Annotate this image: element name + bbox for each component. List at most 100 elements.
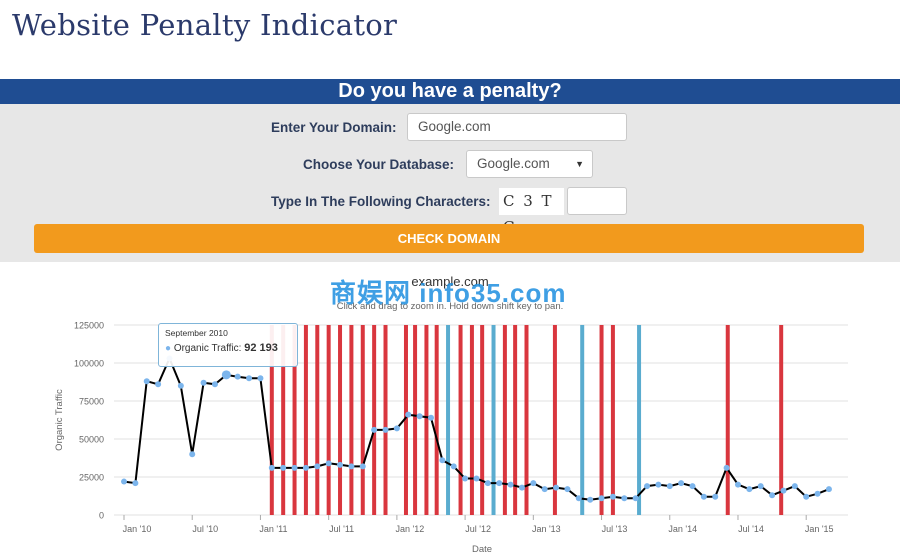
data-point[interactable]: [268, 464, 275, 471]
data-point[interactable]: [462, 475, 469, 482]
data-point[interactable]: [416, 413, 423, 420]
data-point[interactable]: [132, 480, 139, 487]
data-point[interactable]: [211, 381, 218, 388]
data-point[interactable]: [234, 373, 241, 380]
data-point[interactable]: [791, 483, 798, 490]
captcha-label: Type In The Following Characters:: [271, 194, 491, 209]
penalty-marker-blue[interactable]: [446, 325, 451, 515]
penalty-marker-blue[interactable]: [491, 325, 496, 515]
captcha-input[interactable]: [567, 187, 627, 215]
data-point[interactable]: [598, 495, 605, 502]
data-point[interactable]: [734, 481, 741, 488]
penalty-marker-red[interactable]: [610, 325, 615, 515]
penalty-marker-red[interactable]: [360, 325, 365, 515]
penalty-marker-red[interactable]: [779, 325, 784, 515]
penalty-marker-red[interactable]: [349, 325, 354, 515]
data-point[interactable]: [325, 460, 332, 467]
data-point[interactable]: [825, 486, 832, 493]
data-point[interactable]: [700, 493, 707, 500]
data-point[interactable]: [553, 484, 560, 491]
data-point[interactable]: [473, 475, 480, 482]
penalty-marker-red[interactable]: [413, 325, 418, 515]
data-point[interactable]: [587, 496, 594, 503]
penalty-marker-blue[interactable]: [580, 325, 585, 515]
penalty-marker-red[interactable]: [434, 325, 439, 515]
data-point[interactable]: [632, 495, 639, 502]
penalty-marker-red[interactable]: [303, 325, 308, 515]
data-point[interactable]: [359, 463, 366, 470]
data-point[interactable]: [348, 463, 355, 470]
penalty-marker-red[interactable]: [599, 325, 604, 515]
data-point[interactable]: [803, 493, 810, 500]
data-point[interactable]: [314, 463, 321, 470]
y-tick-label: 75000: [79, 397, 104, 407]
penalty-marker-red[interactable]: [480, 325, 485, 515]
y-tick-label: 100000: [74, 359, 104, 369]
tooltip-series-label: Organic Traffic:: [173, 343, 242, 354]
check-domain-button[interactable]: CHECK DOMAIN: [34, 224, 864, 253]
data-point[interactable]: [221, 370, 231, 380]
data-point[interactable]: [575, 495, 582, 502]
domain-label: Enter Your Domain:: [271, 120, 397, 135]
data-point[interactable]: [427, 414, 434, 421]
tooltip-date: September 2010: [165, 328, 228, 338]
penalty-marker-red[interactable]: [315, 325, 320, 515]
penalty-marker-red[interactable]: [469, 325, 474, 515]
x-tick-label: Jul '10: [192, 524, 218, 534]
data-point[interactable]: [723, 464, 730, 471]
penalty-marker-red[interactable]: [383, 325, 388, 515]
data-point[interactable]: [143, 378, 150, 385]
data-point[interactable]: [189, 451, 196, 458]
data-point[interactable]: [291, 464, 298, 471]
penalty-marker-red[interactable]: [725, 325, 730, 515]
domain-input[interactable]: Google.com: [407, 113, 627, 141]
series-dot-icon: ●: [165, 343, 172, 354]
data-point[interactable]: [155, 381, 162, 388]
data-point[interactable]: [257, 375, 264, 382]
data-point[interactable]: [541, 486, 548, 493]
data-point[interactable]: [371, 426, 378, 433]
database-label: Choose Your Database:: [303, 157, 455, 172]
data-point[interactable]: [337, 461, 344, 468]
data-point[interactable]: [393, 425, 400, 432]
data-point[interactable]: [814, 490, 821, 497]
data-point[interactable]: [621, 495, 628, 502]
data-point[interactable]: [450, 463, 457, 470]
data-point[interactable]: [644, 483, 651, 490]
data-point[interactable]: [439, 457, 446, 464]
data-point[interactable]: [530, 480, 537, 487]
penalty-marker-red[interactable]: [326, 325, 331, 515]
data-point[interactable]: [507, 481, 514, 488]
data-point[interactable]: [121, 478, 127, 485]
data-point[interactable]: [564, 486, 571, 493]
data-point[interactable]: [302, 464, 309, 471]
penalty-marker-red[interactable]: [424, 325, 429, 515]
data-point[interactable]: [405, 411, 412, 418]
captcha-image: C 3 T G: [499, 188, 564, 236]
data-point[interactable]: [496, 480, 503, 487]
penalty-marker-red[interactable]: [458, 325, 463, 515]
data-point[interactable]: [200, 379, 207, 386]
data-point[interactable]: [609, 493, 616, 500]
data-point[interactable]: [780, 487, 787, 494]
data-point[interactable]: [518, 484, 525, 491]
data-point[interactable]: [484, 480, 491, 487]
penalty-marker-red[interactable]: [372, 325, 377, 515]
data-point[interactable]: [655, 481, 662, 488]
data-point[interactable]: [666, 483, 673, 490]
penalty-marker-red[interactable]: [338, 325, 343, 515]
data-point[interactable]: [280, 464, 287, 471]
penalty-marker-red[interactable]: [502, 325, 507, 515]
data-point[interactable]: [746, 486, 753, 493]
data-point[interactable]: [177, 382, 184, 389]
penalty-marker-blue[interactable]: [637, 325, 642, 515]
data-point[interactable]: [712, 493, 719, 500]
data-point[interactable]: [689, 483, 696, 490]
data-point[interactable]: [757, 483, 764, 490]
data-point[interactable]: [678, 480, 685, 487]
database-select[interactable]: Google.com ▼: [466, 150, 593, 178]
data-point[interactable]: [246, 375, 253, 382]
data-point[interactable]: [382, 426, 389, 433]
x-tick-label: Jul '14: [738, 524, 764, 534]
data-point[interactable]: [769, 492, 776, 499]
